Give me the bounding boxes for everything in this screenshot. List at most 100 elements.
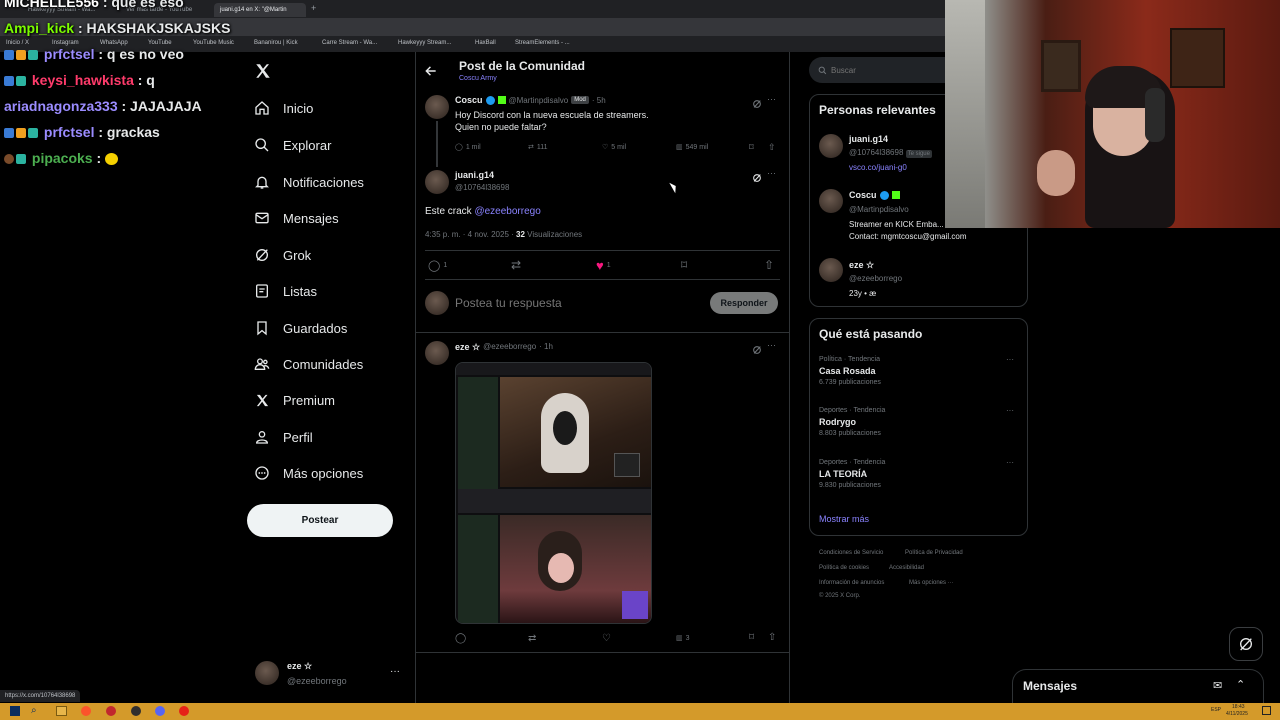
bookmark[interactable]: Hawkeyyy Stream... <box>398 40 451 46</box>
avatar[interactable] <box>819 258 843 282</box>
bookmark[interactable]: Carre Stream - Wa... <box>322 40 377 46</box>
more-icon[interactable]: ··· <box>1006 406 1014 415</box>
bookmark-button[interactable]: ⌑ <box>749 142 754 153</box>
opera-icon[interactable] <box>106 706 116 716</box>
avatar[interactable] <box>425 170 449 194</box>
share-button[interactable]: ⇧ <box>764 258 774 272</box>
more-icon[interactable]: ··· <box>390 666 400 677</box>
author-handle[interactable]: @10764l38698 <box>455 183 509 192</box>
avatar[interactable] <box>255 661 279 685</box>
grok-icon[interactable] <box>752 170 762 182</box>
post-timestamp[interactable]: 4:35 p. m. · 4 nov. 2025 · <box>425 230 516 239</box>
trend-item[interactable]: Política · Tendencia Casa Rosada 6.739 p… <box>819 356 881 386</box>
avatar[interactable] <box>819 134 843 158</box>
nav-messages[interactable]: Mensajes <box>254 206 339 230</box>
youtube-icon[interactable] <box>179 706 189 716</box>
file-explorer-icon[interactable] <box>56 706 67 716</box>
compose-message-icon[interactable]: ✉ <box>1213 679 1222 692</box>
windows-start-icon[interactable] <box>10 706 20 716</box>
more-icon[interactable]: ··· <box>767 340 776 350</box>
bookmark[interactable]: YouTube Music <box>193 40 234 46</box>
person-name[interactable]: juani.g14 <box>849 134 888 144</box>
avatar[interactable] <box>819 189 843 213</box>
search-input[interactable] <box>831 65 931 75</box>
person-bio-link[interactable]: vsco.co/juani-g0 <box>849 163 907 172</box>
clock-time[interactable]: 18:43 <box>1232 704 1245 710</box>
trend-item[interactable]: Deportes · Tendencia Rodrygo 8.803 publi… <box>819 407 885 437</box>
like-button[interactable]: ♡ 5 mil <box>602 143 626 152</box>
nav-profile[interactable]: Perfil <box>254 425 313 449</box>
author-name[interactable]: eze ☆ <box>455 342 480 353</box>
browser-tab-active[interactable]: juani.g14 en X: "@Martin <box>214 3 306 17</box>
back-arrow-icon[interactable] <box>424 64 438 78</box>
share-button[interactable]: ⇧ <box>768 142 776 153</box>
reply-submit-button[interactable]: Responder <box>710 292 778 314</box>
footer-link[interactable]: Política de Privacidad <box>905 550 963 556</box>
footer-link[interactable]: Condiciones de Servicio <box>819 550 883 556</box>
notifications-icon[interactable] <box>1262 706 1271 715</box>
post-button[interactable]: Postear <box>247 504 393 537</box>
nav-notifications[interactable]: Notificaciones <box>254 170 364 194</box>
author-name[interactable]: Coscu <box>455 95 483 105</box>
language-indicator[interactable]: ESP <box>1211 707 1221 713</box>
repost-button[interactable]: ⇄ <box>528 633 536 644</box>
expand-icon[interactable]: ⌃ <box>1236 678 1245 691</box>
search-box[interactable] <box>809 57 949 83</box>
repost-button[interactable]: ⇄ <box>511 258 521 272</box>
bookmark-button[interactable]: ⌑ <box>749 632 754 643</box>
community-link[interactable]: Coscu Army <box>459 75 497 82</box>
show-more-link[interactable]: Mostrar más <box>819 514 869 524</box>
more-icon[interactable]: ··· <box>1006 355 1014 364</box>
footer-link[interactable]: Información de anuncios <box>819 580 884 586</box>
bookmark-button[interactable]: ⌑ <box>681 258 687 272</box>
nav-home[interactable]: Inicio <box>254 96 313 120</box>
more-icon[interactable]: ··· <box>767 94 776 104</box>
like-button[interactable]: ♥ 1 <box>596 258 611 273</box>
reply-button[interactable]: ◯ 1 <box>428 259 447 272</box>
footer-link[interactable]: Política de cookies <box>819 565 869 571</box>
footer-link[interactable]: Accesibilidad <box>889 565 924 571</box>
reply-button[interactable]: ◯ 1 mil <box>455 143 481 152</box>
nav-premium[interactable]: Premium <box>254 388 335 412</box>
post-time: · 5h <box>591 95 606 105</box>
grok-icon[interactable] <box>752 342 762 354</box>
clock-date[interactable]: 4/11/2025 <box>1226 711 1248 717</box>
nav-lists[interactable]: Listas <box>254 279 317 303</box>
brave-icon[interactable] <box>81 706 91 716</box>
x-logo-icon[interactable] <box>254 62 272 80</box>
bookmark[interactable]: StreamElements - ... <box>515 40 570 46</box>
search-icon[interactable]: ⌕ <box>31 705 37 716</box>
nav-grok[interactable]: Grok <box>254 243 311 267</box>
reply-input[interactable] <box>455 294 695 312</box>
nav-explore[interactable]: Explorar <box>254 133 331 157</box>
author-name[interactable]: juani.g14 <box>455 170 494 180</box>
post-media-image[interactable] <box>455 362 652 624</box>
more-icon[interactable]: ··· <box>1006 458 1014 467</box>
trend-item[interactable]: Deportes · Tendencia LA TEORÍA 9.830 pub… <box>819 459 885 489</box>
new-tab-icon[interactable]: + <box>311 3 316 13</box>
views-button[interactable]: ▥ 549 mil <box>676 143 708 152</box>
nav-more-options[interactable]: Más opciones <box>254 461 363 485</box>
nav-bookmarks[interactable]: Guardados <box>254 316 347 340</box>
grok-float-button[interactable] <box>1229 627 1263 661</box>
repost-button[interactable]: ⇄ 111 <box>528 143 548 152</box>
mention-link[interactable]: @ezeeborrego <box>474 206 540 217</box>
obs-icon[interactable] <box>131 706 141 716</box>
author-handle[interactable]: @ezeeborrego <box>483 342 536 353</box>
discord-icon[interactable] <box>155 706 165 716</box>
views-button[interactable]: ▥ 3 <box>676 634 690 643</box>
avatar[interactable] <box>425 341 449 365</box>
person-name[interactable]: eze ☆ <box>849 260 874 271</box>
person-name[interactable]: Coscu <box>849 190 877 200</box>
reply-button[interactable]: ◯ <box>455 633 466 644</box>
share-button[interactable]: ⇧ <box>768 632 776 643</box>
avatar[interactable] <box>425 95 449 119</box>
footer-link[interactable]: Más opciones ··· <box>909 580 954 586</box>
more-icon[interactable]: ··· <box>767 168 776 178</box>
bookmark[interactable]: Bananirou | Kick <box>254 40 298 46</box>
author-handle[interactable]: @Martinpdisalvo <box>509 96 569 105</box>
like-button[interactable]: ♡ <box>602 633 611 644</box>
nav-communities[interactable]: Comunidades <box>254 352 363 376</box>
bookmark[interactable]: HaxBall <box>475 40 496 46</box>
grok-icon[interactable] <box>752 96 762 108</box>
